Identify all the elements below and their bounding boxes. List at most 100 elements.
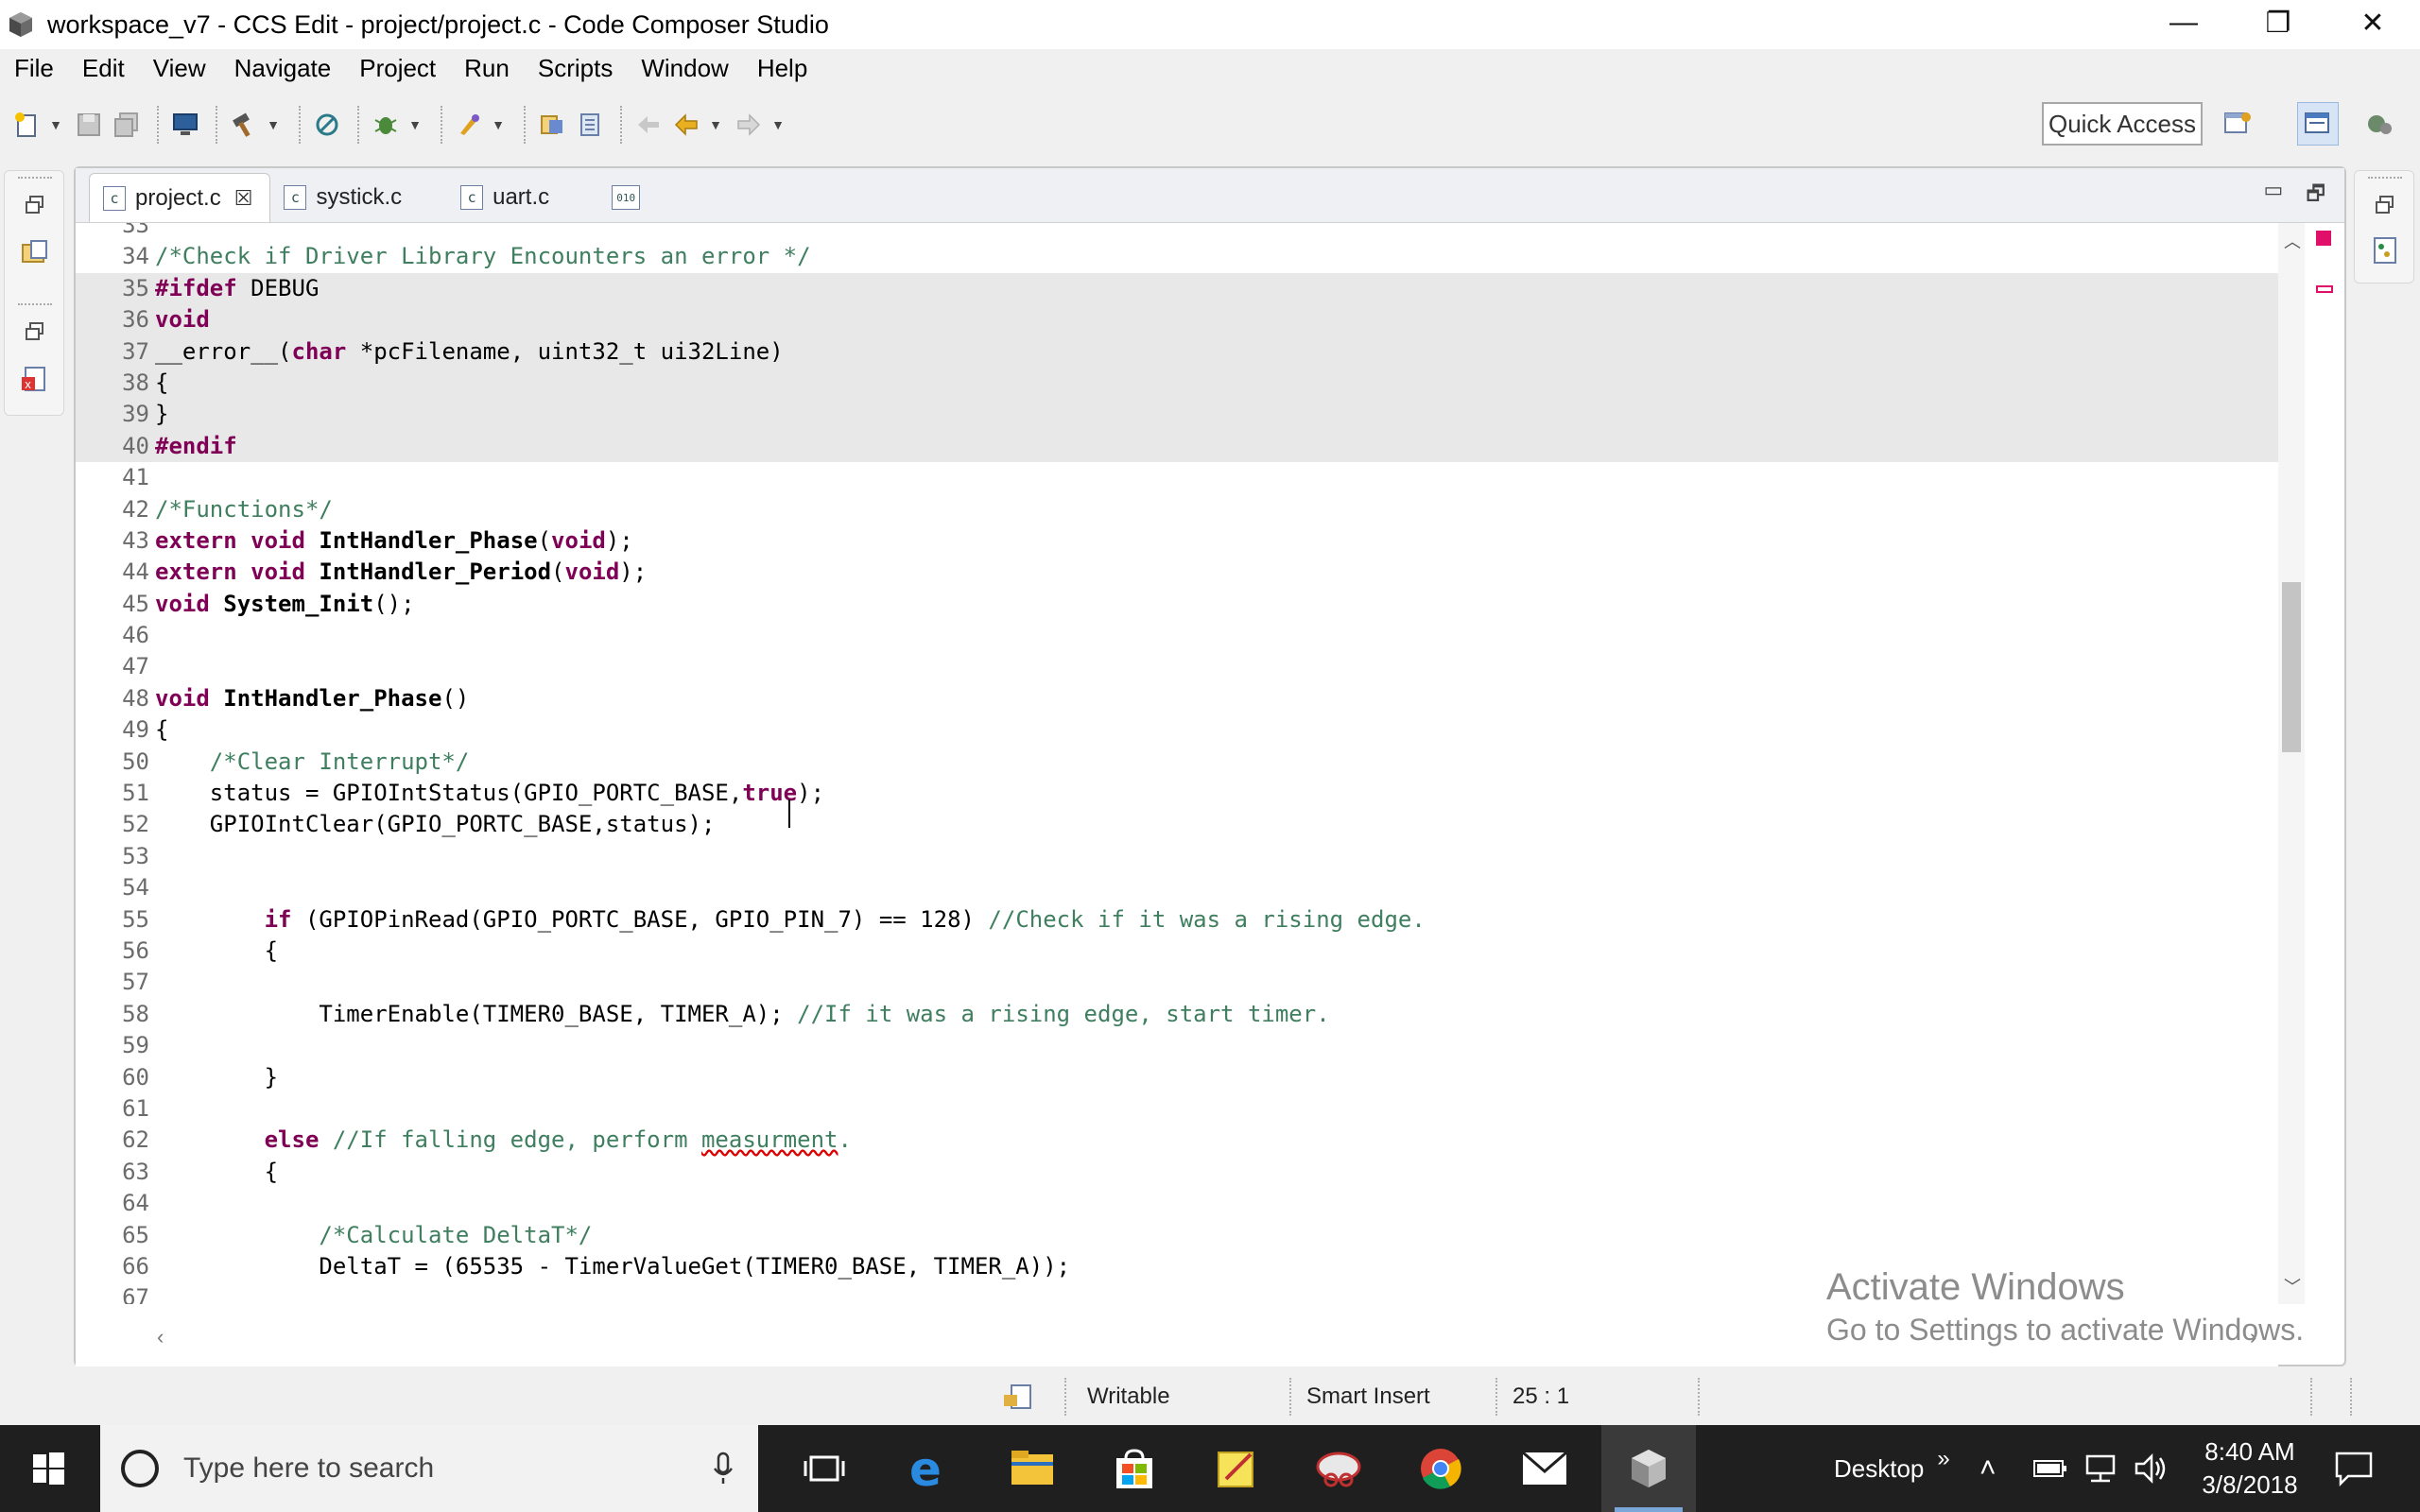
debug-dropdown-icon[interactable]: ▼ <box>406 106 424 144</box>
code-line[interactable]: 43 extern void IntHandler_Phase(void); <box>76 525 2278 557</box>
quick-access-field[interactable]: Quick Access <box>2042 102 2203 146</box>
restore-stack-icon[interactable] <box>24 194 46 221</box>
tab-uart-c[interactable]: c uart.c <box>447 173 566 222</box>
sticky-notes-icon[interactable] <box>1189 1425 1284 1512</box>
code-line[interactable]: 55 if (GPIOPinRead(GPIO_PORTC_BASE, GPIO… <box>76 904 2278 936</box>
code-line[interactable]: 56 { <box>76 936 2278 967</box>
code-line[interactable]: 59 <box>76 1030 2278 1061</box>
code-editor[interactable]: 33 34/*Check if Driver Library Encounters… <box>76 223 2278 1304</box>
code-line[interactable]: 47 <box>76 651 2278 682</box>
code-line[interactable]: 49{ <box>76 714 2278 746</box>
scroll-left-icon[interactable]: ‹ <box>157 1325 164 1349</box>
new-dropdown-icon[interactable]: ▼ <box>47 106 64 144</box>
problems-view-icon[interactable]: x <box>20 364 50 399</box>
ccs-app-icon[interactable] <box>4 8 38 42</box>
ccs-debug-perspective-icon[interactable] <box>2363 102 2395 146</box>
task-view-icon[interactable] <box>777 1425 872 1512</box>
menu-view[interactable]: View <box>138 54 219 83</box>
flash-tool-icon[interactable] <box>452 106 486 144</box>
vertical-scrollbar[interactable]: ︿ ﹀ <box>2278 223 2305 1304</box>
tab-project-c[interactable]: c project.c ☒ <box>89 173 271 222</box>
code-line[interactable]: 33 <box>76 223 2278 241</box>
forward-arrow-icon[interactable] <box>732 106 766 144</box>
code-line[interactable]: 53 <box>76 841 2278 872</box>
last-edit-icon[interactable] <box>631 106 666 144</box>
code-line[interactable]: 39} <box>76 399 2278 431</box>
code-line[interactable]: 57 <box>76 967 2278 998</box>
chevron-up-icon[interactable]: ˄ <box>1979 1452 1996 1485</box>
code-line[interactable]: 35 #ifdef DEBUG <box>76 272 2278 305</box>
new-file-icon[interactable] <box>9 106 43 144</box>
code-line[interactable]: 58 TimerEnable(TIMER0_BASE, TIMER_A); //… <box>76 999 2278 1030</box>
menu-navigate[interactable]: Navigate <box>219 54 345 83</box>
code-line[interactable]: 54 <box>76 872 2278 903</box>
dock-grip[interactable] <box>18 303 52 305</box>
code-line[interactable]: 34/*Check if Driver Library Encounters a… <box>76 241 2278 272</box>
restore-stack-icon[interactable] <box>24 320 46 348</box>
dock-grip[interactable] <box>18 177 52 179</box>
chevron-right-icon[interactable]: » <box>1937 1446 1949 1472</box>
chrome-browser-icon[interactable] <box>1393 1425 1488 1512</box>
overview-ruler[interactable] <box>2305 223 2342 1304</box>
menu-scripts[interactable]: Scripts <box>523 54 626 83</box>
code-line[interactable]: 44 extern void IntHandler_Period(void); <box>76 557 2278 588</box>
code-line[interactable]: 63 { <box>76 1157 2278 1188</box>
scrollbar-thumb[interactable] <box>2282 582 2301 752</box>
code-line[interactable]: 38{ <box>76 367 2278 400</box>
debug-bug-icon[interactable] <box>369 106 403 144</box>
windows-start-button[interactable] <box>0 1425 96 1512</box>
menu-window[interactable]: Window <box>626 54 741 83</box>
code-line[interactable]: 40 #endif <box>76 430 2278 463</box>
status-insert-mode[interactable]: Smart Insert <box>1306 1378 1430 1416</box>
open-task-icon[interactable] <box>573 106 607 144</box>
action-center-icon[interactable] <box>2333 1425 2375 1512</box>
scroll-up-icon[interactable]: ︿ <box>2284 229 2301 253</box>
forward-dropdown-icon[interactable]: ▼ <box>769 106 786 144</box>
minimize-button[interactable]: — <box>2136 0 2231 45</box>
code-line[interactable]: 36 void <box>76 304 2278 336</box>
warning-marker-icon[interactable] <box>2316 285 2333 293</box>
show-hidden-icons[interactable]: ˄ <box>1979 1425 1996 1512</box>
code-line[interactable]: 46 <box>76 620 2278 651</box>
flash-dropdown-icon[interactable]: ▼ <box>490 106 507 144</box>
menu-project[interactable]: Project <box>344 54 449 83</box>
code-line[interactable]: 42/*Functions*/ <box>76 494 2278 525</box>
search-debug-icon[interactable] <box>310 106 344 144</box>
back-arrow-icon[interactable] <box>669 106 703 144</box>
code-line[interactable]: 50 /*Clear Interrupt*/ <box>76 747 2278 778</box>
open-perspective-icon[interactable] <box>2221 102 2254 146</box>
mail-icon[interactable] <box>1497 1425 1592 1512</box>
error-marker-icon[interactable] <box>2316 231 2331 246</box>
file-explorer-icon[interactable] <box>985 1425 1080 1512</box>
code-line[interactable]: 37 __error__(char *pcFilename, uint32_t u… <box>76 335 2278 368</box>
code-line[interactable]: 61 <box>76 1093 2278 1125</box>
readonly-toggle-icon[interactable] <box>1002 1378 1036 1416</box>
back-dropdown-icon[interactable]: ▼ <box>707 106 724 144</box>
close-tab-icon[interactable]: ☒ <box>234 186 253 211</box>
desktop-toolbar[interactable]: Desktop » <box>1834 1425 1950 1512</box>
battery-icon[interactable] <box>2032 1425 2068 1512</box>
open-type-icon[interactable] <box>535 106 569 144</box>
code-composer-studio-taskbar-icon[interactable] <box>1601 1425 1696 1512</box>
dock-grip[interactable] <box>2368 177 2402 179</box>
build-hammer-icon[interactable] <box>227 106 261 144</box>
maximize-editor-icon[interactable]: 🗗 <box>2306 178 2325 214</box>
volume-icon[interactable] <box>2133 1425 2170 1512</box>
code-line[interactable]: 52 GPIOIntClear(GPIO_PORTC_BASE,status); <box>76 809 2278 840</box>
minimize-editor-icon[interactable]: ▭ <box>2264 178 2284 214</box>
code-line[interactable]: 41 <box>76 462 2278 493</box>
code-line[interactable]: 51 status = GPIOIntStatus(GPIO_PORTC_BAS… <box>76 778 2278 809</box>
code-line[interactable]: 64 <box>76 1188 2278 1219</box>
code-line[interactable]: 65 /*Calculate DeltaT*/ <box>76 1220 2278 1251</box>
terminal-icon[interactable] <box>168 106 202 144</box>
tab-systick-c[interactable]: c systick.c <box>270 173 419 222</box>
microphone-icon[interactable] <box>711 1450 735 1487</box>
code-line[interactable]: 48 void IntHandler_Phase() <box>76 683 2278 714</box>
clock[interactable]: 8:40 AM 3/8/2018 <box>2191 1425 2308 1512</box>
menu-help[interactable]: Help <box>742 54 821 83</box>
ccs-edit-perspective-icon[interactable] <box>2297 102 2339 146</box>
snipping-tool-icon[interactable] <box>1291 1425 1386 1512</box>
tab-binary-file[interactable]: 010 <box>598 173 666 222</box>
code-line[interactable]: 45 void System_Init(); <box>76 589 2278 620</box>
close-button[interactable]: ✕ <box>2325 0 2420 45</box>
